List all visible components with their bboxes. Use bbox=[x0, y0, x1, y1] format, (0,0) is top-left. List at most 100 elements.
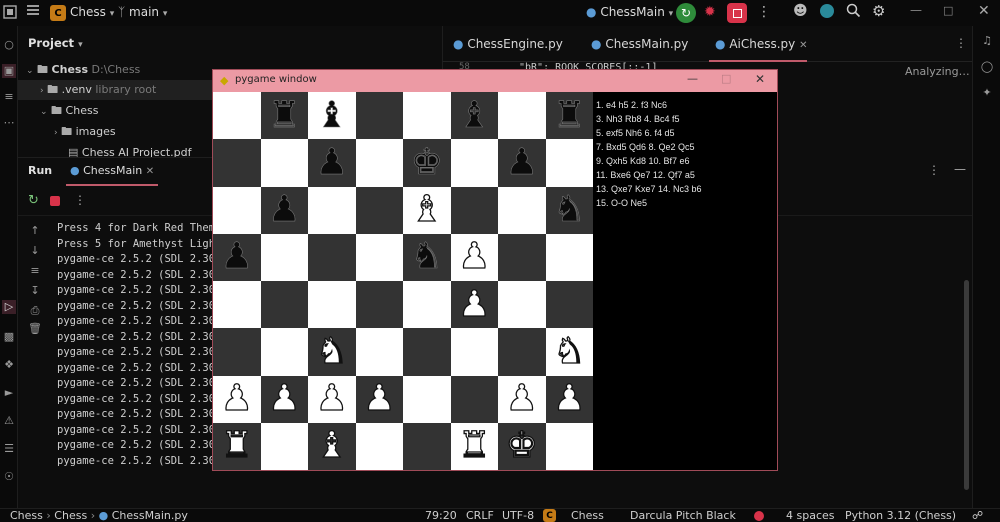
board-square[interactable]: ♟ bbox=[213, 233, 261, 281]
clear-console-icon[interactable]: 🗑 bbox=[28, 322, 42, 336]
board-square[interactable]: ♟ bbox=[308, 375, 356, 423]
board-square[interactable]: ♞ bbox=[403, 233, 451, 281]
run-tab-chessmain[interactable]: ● ChessMain ✕ bbox=[66, 158, 159, 186]
white-knight-icon[interactable]: ♞ bbox=[315, 333, 349, 370]
breadcrumb-item[interactable]: ChessMain.py bbox=[112, 509, 188, 522]
board-square[interactable] bbox=[308, 186, 356, 234]
python-interpreter[interactable]: Python 3.12 (Chess) bbox=[845, 509, 956, 522]
services-icon[interactable]: ► bbox=[2, 386, 16, 400]
board-square[interactable] bbox=[213, 139, 261, 187]
python-console-icon[interactable]: ❖ bbox=[2, 358, 16, 372]
tree-item-images[interactable]: › 🖿 images bbox=[54, 122, 116, 142]
file-encoding[interactable]: UTF-8 bbox=[502, 509, 534, 522]
problems-icon[interactable]: ⚠ bbox=[2, 414, 16, 428]
black-king-icon[interactable]: ♚ bbox=[410, 144, 443, 181]
run-tool-icon[interactable]: ▷ bbox=[2, 300, 16, 314]
close-tab-icon[interactable]: ✕ bbox=[799, 40, 807, 51]
white-pawn-icon[interactable]: ♟ bbox=[457, 285, 491, 322]
project-selector[interactable]: Chess ▾ bbox=[70, 5, 114, 19]
minimize-window-icon[interactable]: — bbox=[910, 3, 922, 17]
tab-chessmain[interactable]: ● ChessMain.py bbox=[591, 26, 688, 62]
white-pawn-icon[interactable]: ♟ bbox=[220, 380, 254, 417]
scroll-up-icon[interactable]: ↑ bbox=[28, 224, 42, 238]
board-square[interactable] bbox=[450, 186, 498, 234]
board-square[interactable]: ♝ bbox=[308, 92, 356, 140]
board-square[interactable] bbox=[545, 139, 593, 187]
main-menu-icon[interactable] bbox=[26, 3, 40, 21]
maximize-icon[interactable]: □ bbox=[721, 72, 731, 85]
board-square[interactable] bbox=[498, 186, 546, 234]
board-square[interactable] bbox=[545, 422, 593, 470]
debug-icon[interactable]: ✹ bbox=[704, 4, 716, 20]
scroll-to-end-icon[interactable]: ↧ bbox=[28, 284, 42, 298]
board-square[interactable] bbox=[403, 375, 451, 423]
black-knight-icon[interactable]: ♞ bbox=[410, 239, 443, 276]
white-king-icon[interactable]: ♚ bbox=[505, 427, 539, 464]
close-window-icon[interactable]: ✕ bbox=[978, 3, 990, 19]
soft-wrap-icon[interactable]: ≡ bbox=[28, 264, 42, 278]
board-square[interactable] bbox=[355, 328, 403, 376]
hide-panel-icon[interactable]: — bbox=[954, 162, 966, 176]
white-bishop-icon[interactable]: ♝ bbox=[410, 191, 444, 228]
board-square[interactable]: ♜ bbox=[213, 422, 261, 470]
run-config-selector[interactable]: ● ChessMain ▾ bbox=[586, 5, 673, 19]
more-tools-icon[interactable]: ⋯ bbox=[2, 116, 16, 130]
tree-item-chess[interactable]: ⌄ 🖿 Chess bbox=[40, 101, 98, 121]
white-pawn-icon[interactable]: ♟ bbox=[362, 380, 396, 417]
readonly-lock-icon[interactable]: ☍ bbox=[972, 509, 983, 522]
board-square[interactable]: ♟ bbox=[308, 139, 356, 187]
project-tool-icon[interactable]: ▣ bbox=[2, 64, 16, 78]
board-square[interactable]: ♟ bbox=[260, 375, 308, 423]
board-square[interactable] bbox=[308, 281, 356, 329]
board-square[interactable] bbox=[355, 233, 403, 281]
board-square[interactable] bbox=[403, 92, 451, 140]
tab-aichess[interactable]: ● AiChess.py ✕ bbox=[709, 26, 808, 62]
chess-board[interactable]: ♜ ♝ ♝ ♜ ♟ ♚ ♟ ♟ ♝ ♞ ♟ ♞ ♟ ♟ ♞ ♞ ♟ ♟ ♟ ♟ ♟ ♟ ♜ ♝ ♜ ♚ bbox=[213, 92, 593, 470]
black-pawn-icon[interactable]: ♟ bbox=[505, 144, 538, 181]
board-square[interactable]: ♜ bbox=[260, 92, 308, 140]
board-square[interactable]: ♟ bbox=[498, 375, 546, 423]
search-icon[interactable] bbox=[846, 3, 861, 21]
white-pawn-icon[interactable]: ♟ bbox=[457, 238, 491, 275]
settings-gear-icon[interactable]: ⚙ bbox=[872, 2, 885, 20]
board-square[interactable]: ♝ bbox=[308, 422, 356, 470]
board-square[interactable]: ♞ bbox=[545, 186, 593, 234]
board-square[interactable] bbox=[403, 422, 451, 470]
board-square[interactable] bbox=[213, 186, 261, 234]
white-knight-icon[interactable]: ♞ bbox=[552, 333, 586, 370]
board-square[interactable] bbox=[450, 139, 498, 187]
board-square[interactable]: ♝ bbox=[403, 186, 451, 234]
board-square[interactable]: ♜ bbox=[450, 422, 498, 470]
maximize-window-icon[interactable]: □ bbox=[943, 4, 953, 17]
board-square[interactable] bbox=[260, 422, 308, 470]
board-square[interactable]: ♟ bbox=[450, 281, 498, 329]
board-square[interactable] bbox=[355, 281, 403, 329]
add-user-icon[interactable]: ☻ bbox=[793, 3, 808, 19]
board-square[interactable] bbox=[260, 281, 308, 329]
rerun-button[interactable]: ↻ bbox=[676, 3, 696, 23]
project-panel-header[interactable]: Project ▾ bbox=[28, 36, 83, 50]
terminal-icon[interactable]: ▩ bbox=[2, 330, 16, 344]
structure-icon[interactable]: ≡ bbox=[2, 90, 16, 104]
breadcrumb-item[interactable]: Chess bbox=[10, 509, 43, 522]
more-actions-icon[interactable]: ⋮ bbox=[757, 4, 771, 20]
line-separator[interactable]: CRLF bbox=[466, 509, 494, 522]
commit-icon[interactable]: ○ bbox=[2, 38, 16, 52]
indent-setting[interactable]: 4 spaces bbox=[786, 509, 835, 522]
breadcrumb[interactable]: Chess › Chess › ● ChessMain.py bbox=[10, 509, 188, 522]
black-knight-icon[interactable]: ♞ bbox=[553, 191, 586, 228]
black-rook-icon[interactable]: ♜ bbox=[268, 97, 301, 134]
board-square[interactable]: ♞ bbox=[308, 328, 356, 376]
board-square[interactable] bbox=[498, 233, 546, 281]
board-square[interactable] bbox=[355, 139, 403, 187]
tree-item-pdf[interactable]: ▤ Chess AI Project.pdf bbox=[68, 143, 192, 157]
black-pawn-icon[interactable]: ♟ bbox=[220, 239, 253, 276]
white-rook-icon[interactable]: ♜ bbox=[220, 427, 254, 464]
black-pawn-icon[interactable]: ♟ bbox=[268, 191, 301, 228]
board-square[interactable]: ♟ bbox=[260, 186, 308, 234]
board-square[interactable]: ♟ bbox=[213, 375, 261, 423]
board-square[interactable]: ♟ bbox=[545, 375, 593, 423]
board-square[interactable]: ♚ bbox=[403, 139, 451, 187]
board-square[interactable]: ♟ bbox=[498, 139, 546, 187]
white-pawn-icon[interactable]: ♟ bbox=[505, 380, 539, 417]
